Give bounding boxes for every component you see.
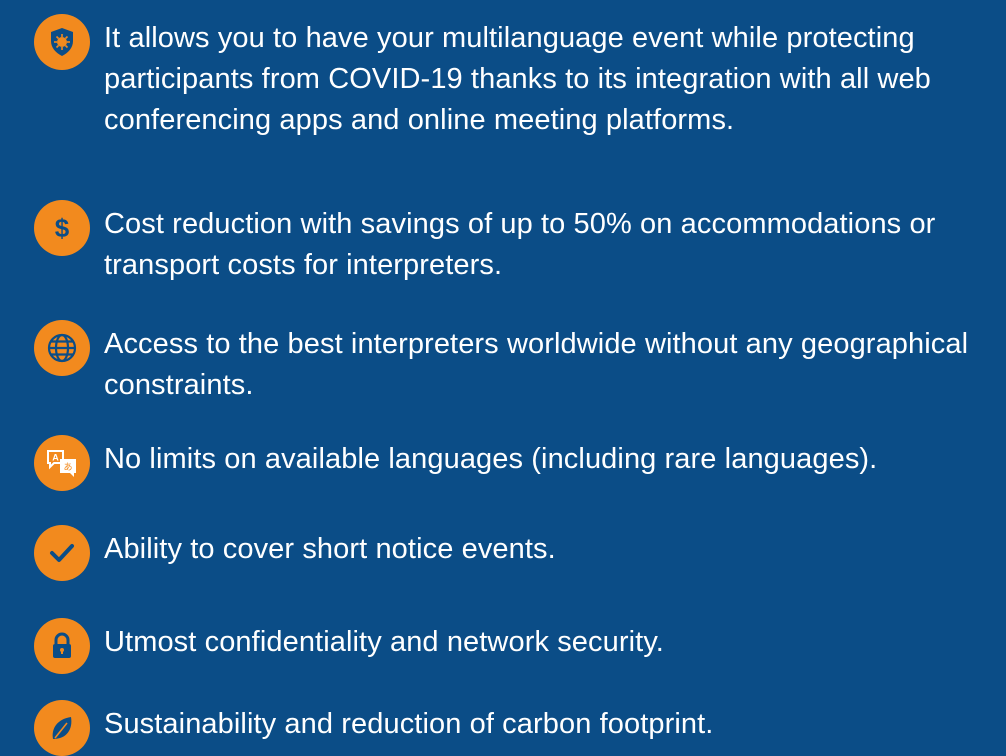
benefit-item-languages: A あ No limits on available languages (in… xyxy=(34,435,996,491)
benefit-text: No limits on available languages (includ… xyxy=(104,443,878,475)
benefit-text: It allows you to have your multilanguage… xyxy=(104,22,931,136)
benefit-item-interpreters: Access to the best interpreters worldwid… xyxy=(34,320,996,406)
translate-icon: A あ xyxy=(34,435,90,491)
dollar-icon: $ xyxy=(34,200,90,256)
benefit-text: Ability to cover short notice events. xyxy=(104,533,556,565)
virus-shield-icon xyxy=(34,14,90,70)
benefit-item-cost: $ Cost reduction with savings of up to 5… xyxy=(34,200,996,286)
benefit-text: Cost reduction with savings of up to 50%… xyxy=(104,208,936,281)
benefit-text: Utmost confidentiality and network secur… xyxy=(104,626,664,658)
benefit-item-sustainability: Sustainability and reduction of carbon f… xyxy=(34,700,996,756)
benefit-text: Access to the best interpreters worldwid… xyxy=(104,328,969,401)
svg-text:A: A xyxy=(52,453,59,463)
benefit-text: Sustainability and reduction of carbon f… xyxy=(104,708,714,740)
svg-text:$: $ xyxy=(55,213,70,243)
globe-icon xyxy=(34,320,90,376)
checkmark-icon xyxy=(34,525,90,581)
lock-icon xyxy=(34,618,90,674)
benefit-item-covid: It allows you to have your multilanguage… xyxy=(34,14,996,141)
leaf-icon xyxy=(34,700,90,756)
svg-text:あ: あ xyxy=(63,462,72,473)
benefit-item-security: Utmost confidentiality and network secur… xyxy=(34,618,996,674)
benefit-item-short-notice: Ability to cover short notice events. xyxy=(34,525,996,581)
